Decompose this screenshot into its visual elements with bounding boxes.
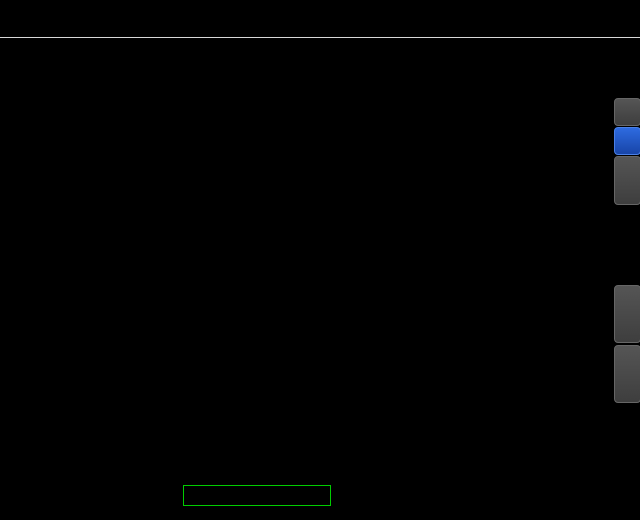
coupling-gnd-button[interactable] [614, 156, 640, 205]
scope-display [0, 0, 640, 520]
coupling-dc-button[interactable] [614, 127, 640, 155]
coupling-ac-button[interactable] [614, 98, 640, 126]
oscilloscope-screen [0, 0, 640, 520]
bandwidth-limit-button[interactable] [614, 285, 640, 343]
invert-button[interactable] [614, 345, 640, 403]
ch4-selected-frame [183, 485, 331, 506]
